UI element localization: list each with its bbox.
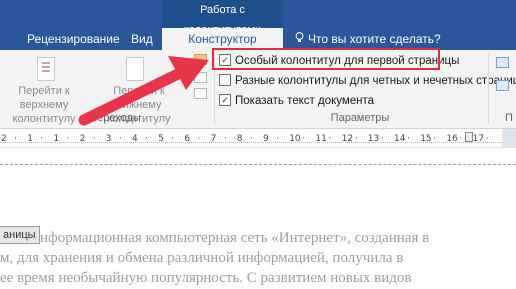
ruler-tick-label: 10 (289, 134, 301, 144)
ruler-tick-label: · (302, 134, 306, 144)
go-to-header-icon (37, 57, 55, 81)
ruler-tick-label: 2 (1, 134, 7, 144)
group-label-options: Параметры (330, 112, 390, 124)
ruler-tick-label: 14 (394, 134, 406, 144)
ruler-tick-label: · (14, 134, 17, 144)
tell-me-search[interactable]: Что вы хотите сделать? (295, 28, 441, 50)
document-line: ее время необычайную популярность. С раз… (0, 270, 412, 286)
ruler-tick-label: 1 (27, 134, 33, 144)
ruler-tick-label: 12 (341, 134, 354, 144)
ruler-tick-label: · (407, 134, 410, 144)
ruler-tick-label: 11 (315, 134, 327, 144)
ruler-tick-label: 13 (367, 134, 380, 144)
different-odd-even-option[interactable]: Разные колонтитулы для четных и нечетных… (219, 73, 516, 89)
document-line: информационная компьютерная сеть «Интерн… (32, 230, 430, 246)
header-position-icon[interactable] (496, 57, 509, 68)
ruler-tick-label: 1 (53, 134, 60, 144)
ruler-tick-label: 15 (420, 134, 432, 144)
ruler-tick-label: · (276, 134, 279, 144)
ruler-tick-label: 16 (446, 134, 458, 144)
different-odd-even-label: Разные колонтитулы для четных и нечетных… (235, 75, 516, 87)
tab-view[interactable]: Вид (131, 28, 153, 50)
document-line: м, для хранения и обмена различной инфор… (0, 250, 404, 266)
first-page-header-tag: аницы (0, 226, 40, 244)
group-label-position: П (505, 112, 513, 124)
tell-me-label: Что вы хотите сделать? (308, 32, 441, 46)
footer-position-icon[interactable] (496, 80, 509, 91)
ribbon-tabs: Рецензирование Вид Конструктор Что вы хо… (0, 28, 516, 50)
ruler-tick-label: · (433, 134, 437, 144)
ruler-tick-label: 9 (263, 134, 269, 144)
ruler-tick-label: · (485, 134, 489, 144)
group-divider (488, 54, 489, 124)
ruler-right-margin (502, 129, 516, 147)
ruler-tick-label: · (40, 134, 44, 144)
ruler-tick-label: · (354, 134, 358, 144)
ruler-tick-label: 17 (472, 134, 485, 144)
ruler-tick-label: · (380, 134, 384, 144)
red-arrow-icon (78, 56, 209, 126)
header-boundary-line (0, 164, 516, 165)
context-group-header-footer-tools: Работа с колонтитулами (162, 0, 283, 36)
tab-design[interactable]: Конструктор (162, 28, 283, 50)
ruler-tick-label: · (459, 134, 463, 144)
ruler-tick-label: · (328, 134, 332, 144)
lightbulb-icon (295, 28, 305, 50)
tab-review[interactable]: Рецензирование (27, 28, 120, 50)
